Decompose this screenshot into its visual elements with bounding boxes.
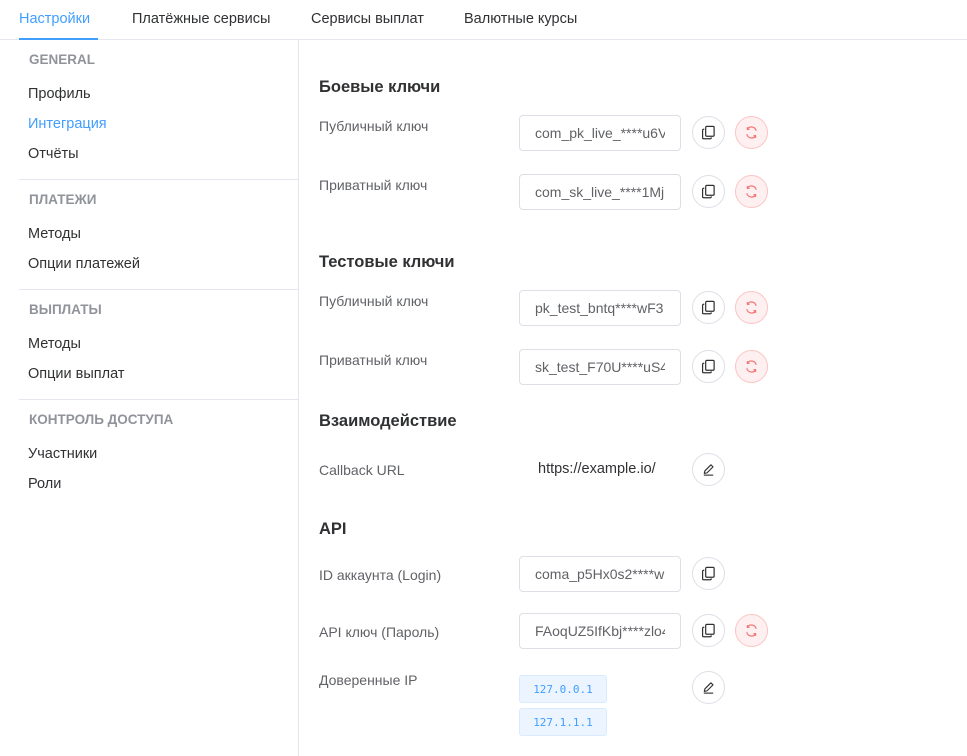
test-public-key-field[interactable] bbox=[519, 290, 681, 326]
trusted-ip-label: Доверенные IP bbox=[319, 672, 418, 688]
regenerate-live-private-key-button[interactable] bbox=[735, 175, 768, 208]
regenerate-api-key-button[interactable] bbox=[735, 614, 768, 647]
refresh-icon bbox=[744, 125, 759, 140]
sidebar-item-reports[interactable]: Отчёты bbox=[28, 146, 79, 162]
top-tabs: Настройки Платёжные сервисы Сервисы выпл… bbox=[0, 0, 967, 40]
sidebar-group-access-control: КОНТРОЛЬ ДОСТУПА Участники Роли bbox=[19, 399, 298, 519]
callback-url-label: Callback URL bbox=[319, 462, 405, 478]
refresh-icon bbox=[744, 623, 759, 638]
trusted-ip-tag: 127.1.1.1 bbox=[519, 708, 607, 736]
sidebar-item-payout-options[interactable]: Опции выплат bbox=[28, 366, 125, 382]
test-private-key-field[interactable] bbox=[519, 349, 681, 385]
copy-icon bbox=[701, 300, 716, 315]
sidebar-item-profile[interactable]: Профиль bbox=[28, 86, 91, 102]
sidebar-item-integration[interactable]: Интеграция bbox=[28, 116, 107, 132]
copy-test-public-key-button[interactable] bbox=[692, 291, 725, 324]
sidebar-item-payout-methods[interactable]: Методы bbox=[28, 336, 81, 352]
copy-icon bbox=[701, 125, 716, 140]
regenerate-test-public-key-button[interactable] bbox=[735, 291, 768, 324]
edit-icon bbox=[701, 462, 716, 477]
interaction-title: Взаимодействие bbox=[319, 412, 457, 430]
test-keys-title: Тестовые ключи bbox=[319, 253, 455, 271]
edit-icon bbox=[701, 680, 716, 695]
sidebar-item-payment-options[interactable]: Опции платежей bbox=[28, 256, 140, 272]
tab-settings[interactable]: Настройки bbox=[19, 11, 90, 27]
edit-trusted-ips-button[interactable] bbox=[692, 671, 725, 704]
live-keys-title: Боевые ключи bbox=[319, 78, 441, 96]
sidebar-group-title: КОНТРОЛЬ ДОСТУПА bbox=[29, 412, 174, 427]
copy-live-public-key-button[interactable] bbox=[692, 116, 725, 149]
copy-api-key-button[interactable] bbox=[692, 614, 725, 647]
live-private-key-label: Приватный ключ bbox=[319, 177, 428, 193]
live-private-key-field[interactable] bbox=[519, 174, 681, 210]
tab-payment-services[interactable]: Платёжные сервисы bbox=[132, 11, 270, 27]
live-public-key-field[interactable] bbox=[519, 115, 681, 151]
copy-account-id-button[interactable] bbox=[692, 557, 725, 590]
sidebar-item-payment-methods[interactable]: Методы bbox=[28, 226, 81, 242]
refresh-icon bbox=[744, 300, 759, 315]
account-id-label: ID аккаунта (Login) bbox=[319, 567, 442, 583]
regenerate-live-public-key-button[interactable] bbox=[735, 116, 768, 149]
copy-icon bbox=[701, 623, 716, 638]
copy-test-private-key-button[interactable] bbox=[692, 350, 725, 383]
sidebar-item-members[interactable]: Участники bbox=[28, 446, 97, 462]
integration-panel: Боевые ключи Публичный ключ Приватный кл… bbox=[300, 40, 967, 756]
refresh-icon bbox=[744, 359, 759, 374]
copy-icon bbox=[701, 359, 716, 374]
sidebar-group-title: ПЛАТЕЖИ bbox=[29, 192, 97, 207]
api-title: API bbox=[319, 520, 347, 538]
live-public-key-label: Публичный ключ bbox=[319, 118, 429, 134]
sidebar-group-general: GENERAL Профиль Интеграция Отчёты bbox=[19, 40, 298, 180]
tab-payout-services[interactable]: Сервисы выплат bbox=[311, 11, 424, 27]
api-key-label: API ключ (Пароль) bbox=[319, 624, 440, 640]
copy-icon bbox=[701, 566, 716, 581]
copy-icon bbox=[701, 184, 716, 199]
edit-callback-url-button[interactable] bbox=[692, 453, 725, 486]
sidebar-group-payments: ПЛАТЕЖИ Методы Опции платежей bbox=[19, 179, 298, 290]
sidebar: GENERAL Профиль Интеграция Отчёты ПЛАТЕЖ… bbox=[19, 40, 299, 756]
refresh-icon bbox=[744, 184, 759, 199]
test-public-key-label: Публичный ключ bbox=[319, 293, 429, 309]
sidebar-group-payouts: ВЫПЛАТЫ Методы Опции выплат bbox=[19, 289, 298, 400]
copy-live-private-key-button[interactable] bbox=[692, 175, 725, 208]
sidebar-group-title: ВЫПЛАТЫ bbox=[29, 302, 102, 317]
regenerate-test-private-key-button[interactable] bbox=[735, 350, 768, 383]
api-key-field[interactable] bbox=[519, 613, 681, 649]
account-id-field[interactable] bbox=[519, 556, 681, 592]
tab-currency-rates[interactable]: Валютные курсы bbox=[464, 11, 577, 27]
settings-page: GENERAL Профиль Интеграция Отчёты ПЛАТЕЖ… bbox=[19, 40, 967, 756]
callback-url-value: https://example.io/ bbox=[538, 461, 656, 477]
sidebar-group-title: GENERAL bbox=[29, 52, 96, 67]
trusted-ip-tag: 127.0.0.1 bbox=[519, 675, 607, 703]
test-private-key-label: Приватный ключ bbox=[319, 352, 428, 368]
sidebar-item-roles[interactable]: Роли bbox=[28, 476, 61, 492]
